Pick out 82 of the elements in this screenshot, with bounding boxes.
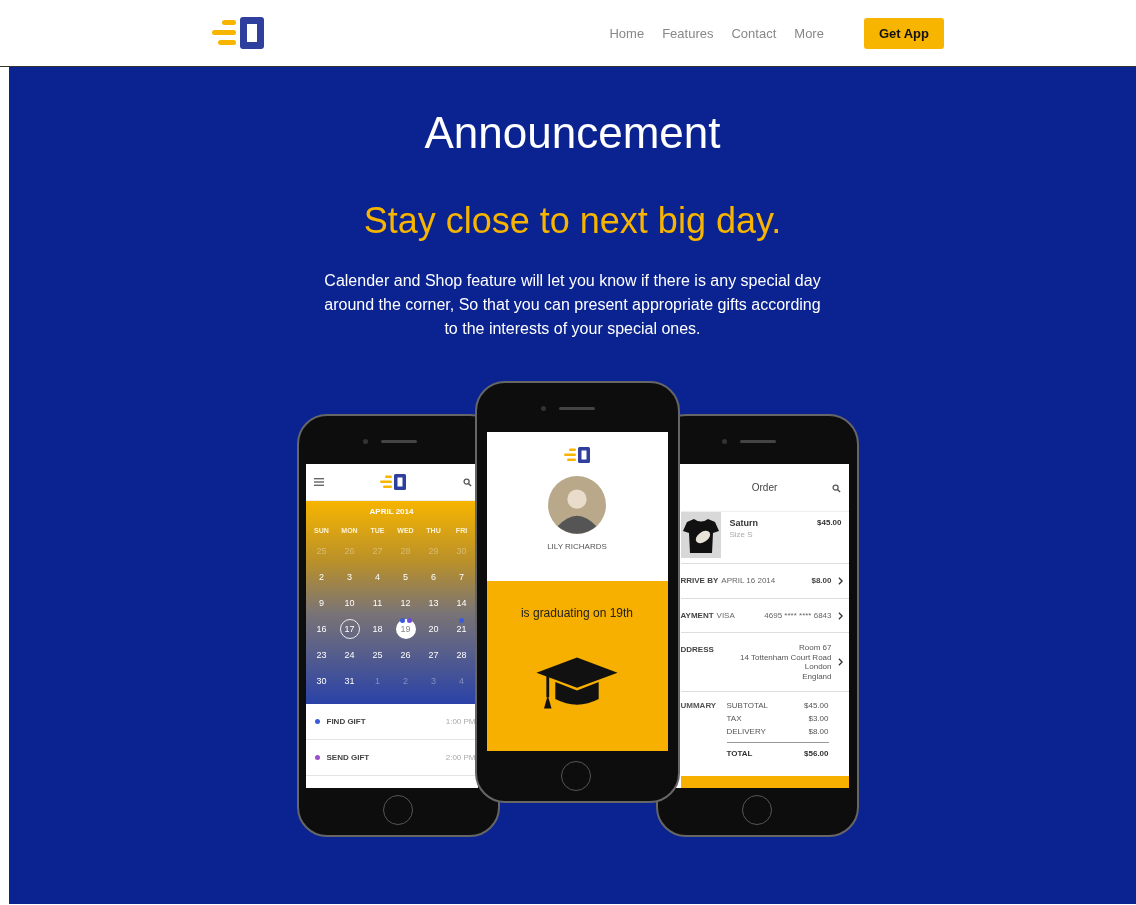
logo-icon[interactable]	[210, 15, 266, 51]
calendar-day[interactable]: 16	[311, 619, 332, 639]
row-label: UMMARY	[680, 700, 717, 712]
calendar-day[interactable]: 12	[395, 593, 416, 613]
row-label: RRIVE BY	[680, 576, 719, 586]
product-name: Saturn	[729, 517, 758, 528]
address-line: London	[804, 662, 832, 672]
event-title: FIND GIFT	[326, 717, 366, 726]
speaker-grille	[380, 440, 417, 443]
camera-dot	[721, 439, 727, 444]
person-name: LILY RICHARDS	[547, 542, 607, 551]
screen-title: Order	[751, 481, 778, 493]
month-label: APRIL 2014	[368, 507, 415, 516]
nav-link[interactable]: Home	[609, 25, 645, 41]
row-label: DDRESS	[680, 645, 714, 655]
product-price: $45.00	[817, 517, 842, 527]
chevron-right-icon[interactable]	[837, 658, 843, 667]
hero-title: Announcement	[424, 111, 721, 155]
calendar-day[interactable]: 27	[423, 645, 444, 665]
event-title: SEND GIFT	[326, 753, 370, 762]
row-value: 4695 **** **** 6843	[764, 611, 832, 621]
row-detail: VISA	[716, 611, 735, 621]
logo-icon	[379, 473, 407, 491]
nav-link[interactable]: Contact	[731, 25, 777, 41]
row-detail: APRIL 16 2014	[721, 576, 776, 586]
summary-label: SUBTOTAL	[726, 700, 768, 710]
calendar-day[interactable]: 18	[367, 619, 388, 639]
calendar-day[interactable]: 30	[311, 671, 332, 691]
summary-value: $8.00	[808, 726, 829, 736]
camera-dot	[540, 406, 546, 411]
nav-link[interactable]: Features	[662, 25, 714, 41]
logo-icon	[563, 446, 591, 464]
calendar-day[interactable]: 7	[451, 567, 472, 587]
calendar-day[interactable]: 21	[451, 619, 472, 639]
row-value: $8.00	[811, 576, 832, 586]
avatar-placeholder	[548, 476, 606, 534]
search-icon[interactable]	[831, 484, 841, 493]
hero-subtitle: Stay close to next big day.	[363, 203, 782, 239]
hero-description: Calender and Shop feature will let you know if there is any special day around the corner, So that you can present appropriate gifts according to the interests of your special ones.	[323, 271, 822, 339]
calendar-day[interactable]: 19	[395, 619, 416, 639]
speaker-grille	[558, 407, 595, 410]
calendar-day[interactable]: 31	[339, 671, 360, 691]
calendar-day[interactable]: 25	[367, 645, 388, 665]
camera-dot	[362, 439, 368, 444]
calendar-day[interactable]: 28	[451, 645, 472, 665]
event-time: 2:00 PM	[445, 753, 476, 762]
nav-link[interactable]: More	[794, 25, 824, 41]
event-time: 1:00 PM	[445, 717, 476, 726]
calendar-day[interactable]: 4	[367, 567, 388, 587]
calendar-day[interactable]: 3	[339, 567, 360, 587]
graduation-message: is graduating on 19th	[520, 606, 634, 620]
address-line: Room 67	[799, 643, 832, 653]
calendar-day[interactable]: 6	[423, 567, 444, 587]
speaker-grille	[739, 440, 776, 443]
chevron-right-icon[interactable]	[837, 576, 843, 585]
calendar-day[interactable]: 1	[367, 671, 388, 691]
summary-value: $45.00	[804, 700, 829, 710]
calendar-day[interactable]: 23	[311, 645, 332, 665]
address-line: 14 Tottenham Court Road	[740, 652, 832, 663]
calendar-day[interactable]: 13	[423, 593, 444, 613]
checkout-bar[interactable]	[680, 776, 849, 788]
calendar-day[interactable]: 9	[311, 593, 332, 613]
calendar-day[interactable]: 10	[339, 593, 360, 613]
chevron-right-icon[interactable]	[837, 611, 843, 620]
get-app-button[interactable]: Get App	[863, 17, 944, 49]
summary-label: TAX	[726, 713, 742, 723]
calendar-day[interactable]: 5	[395, 567, 416, 587]
calendar-day[interactable]: 14	[451, 593, 472, 613]
menu-icon[interactable]	[313, 478, 324, 486]
calendar-day[interactable]: 26	[395, 645, 416, 665]
product-size: Size S	[729, 529, 754, 539]
calendar-day[interactable]: 24	[339, 645, 360, 665]
calendar-day[interactable]: 11	[367, 593, 388, 613]
total-value: $56.00	[804, 748, 829, 758]
summary-label: DELIVERY	[726, 726, 766, 736]
calendar-day[interactable]: 20	[423, 619, 444, 639]
calendar-day[interactable]: 2	[311, 567, 332, 587]
row-label: AYMENT	[680, 611, 714, 621]
search-icon[interactable]	[462, 477, 472, 487]
total-label: TOTAL	[726, 748, 753, 758]
address-line: England	[802, 671, 832, 682]
summary-value: $3.00	[808, 713, 829, 723]
